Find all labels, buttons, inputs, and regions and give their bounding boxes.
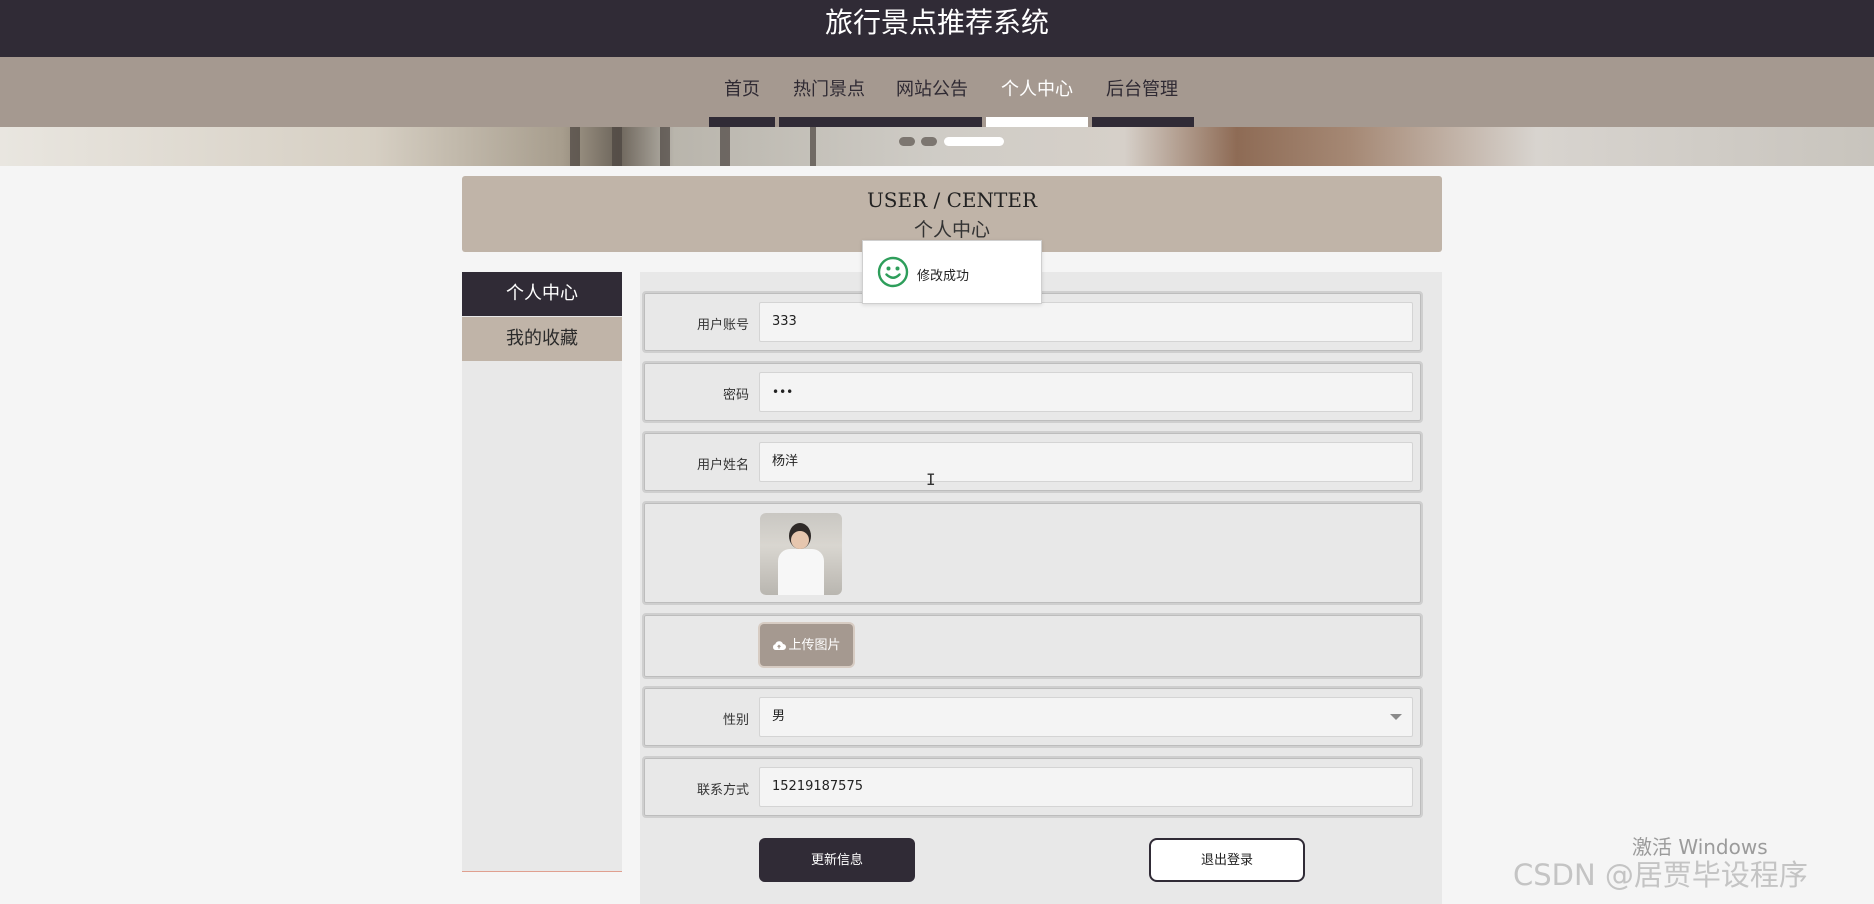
smile-icon [877,256,909,292]
carousel-dot-active[interactable] [944,137,1004,146]
csdn-watermark: CSDN @居贾毕设程序 [1513,858,1808,892]
nav-item-hot-spots[interactable]: 热门景点 [793,75,865,101]
sidebar-item-user-center[interactable]: 个人中心 [462,272,622,316]
nav-item-user-center[interactable]: 个人中心 [1001,75,1073,101]
form-row-contact: 联系方式 15219187575 [642,756,1423,818]
carousel-dot[interactable] [899,137,915,146]
password-label: 密码 [722,388,749,403]
account-input[interactable]: 333 [759,302,1413,342]
nav-underline-home [709,117,775,127]
nav-underline-user-center [986,117,1088,127]
carousel-dot[interactable] [921,137,937,146]
site-title: 旅行景点推荐系统 [824,6,1049,39]
gender-value: 男 [772,709,786,724]
text-cursor-icon: I [926,470,936,489]
top-header: 旅行景点推荐系统 [0,0,1874,57]
contact-label: 联系方式 [696,783,749,798]
form-row-gender: 性别 男 [642,686,1423,748]
sidebar-item-favorites[interactable]: 我的收藏 [462,317,622,361]
page-heading-zh: 个人中心 [913,219,990,241]
banner-carousel [0,127,1874,166]
page-heading-en: USER / CENTER [866,188,1038,212]
avatar-image [760,513,842,595]
password-input[interactable]: ••• [759,372,1413,412]
account-label: 用户账号 [696,318,749,333]
toast-message: 修改成功 [917,269,970,284]
upload-image-button[interactable]: 上传图片 [760,624,853,666]
cloud-upload-icon [773,641,787,650]
nav-underline-admin [1092,117,1194,127]
logout-button[interactable]: 退出登录 [1149,838,1305,882]
form-row-password: 密码 ••• [642,361,1423,423]
nav-underline-hot-spots [779,117,982,127]
success-toast: 修改成功 [862,240,1042,304]
form-row-name: 用户姓名 杨洋 [642,431,1423,493]
contact-input[interactable]: 15219187575 [759,767,1413,807]
form-row-upload: 上传图片 [642,613,1423,679]
nav-item-home[interactable]: 首页 [724,75,760,101]
name-label: 用户姓名 [696,458,749,473]
upload-image-label: 上传图片 [788,637,841,652]
gender-label: 性别 [722,713,749,728]
name-input[interactable]: 杨洋 [759,442,1413,482]
user-sidebar: 个人中心 我的收藏 [462,272,622,872]
update-info-button[interactable]: 更新信息 [759,838,915,882]
form-row-avatar [642,501,1423,605]
nav-item-admin[interactable]: 后台管理 [1106,75,1178,101]
chevron-down-icon [1390,714,1402,720]
nav-item-announcements[interactable]: 网站公告 [896,75,968,101]
gender-select[interactable]: 男 [759,697,1413,737]
